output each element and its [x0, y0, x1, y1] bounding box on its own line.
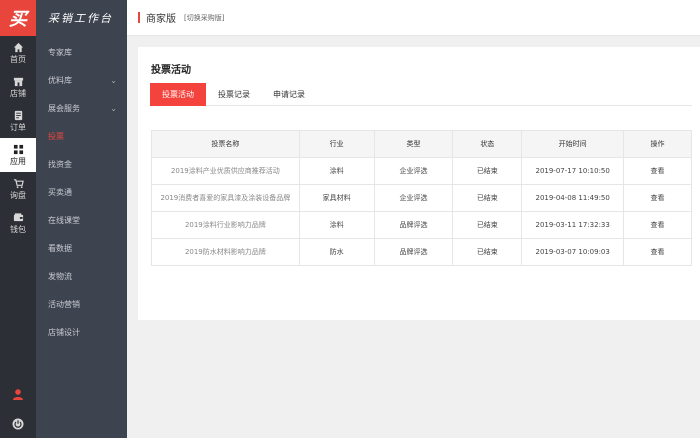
table-row: 2019防水材料影响力品牌 防水 品牌评选 已结束 2019-03-07 10:…	[151, 238, 692, 266]
sidebar-item-trade[interactable]: 买卖通	[36, 178, 127, 206]
icon-rail: 买 首页 店铺 订单 应用 询盘 钱包	[0, 0, 36, 438]
cell-type: 企业评选	[373, 184, 454, 212]
sidebar-item-funding[interactable]: 找资金	[36, 150, 127, 178]
sidebar-item-label: 找资金	[48, 159, 72, 169]
rail-item-label: 首页	[10, 55, 26, 64]
sidebar-item-label: 专家库	[48, 47, 72, 57]
cell-type: 企业评选	[373, 157, 454, 185]
wallet-icon	[13, 213, 23, 222]
top-header: 商家版 [切换采购版]	[127, 0, 700, 36]
cell-industry: 家具材料	[298, 184, 375, 212]
column-header-type: 类型	[373, 130, 454, 158]
cell-vote-name: 2019涂料产业优质供应商推荐活动	[151, 157, 300, 185]
home-icon	[13, 42, 23, 53]
rail-item-inquiry[interactable]: 询盘	[0, 172, 36, 206]
user-icon	[13, 389, 23, 400]
sidebar-item-store-design[interactable]: 店铺设计	[36, 318, 127, 346]
cart-icon	[13, 179, 24, 189]
rail-item-store[interactable]: 店铺	[0, 70, 36, 104]
rail-item-label: 应用	[10, 157, 26, 166]
sidebar-item-label: 看数据	[48, 243, 72, 253]
tab-bar: 投票活动 投票记录 申请记录	[150, 83, 692, 106]
cell-industry: 防水	[298, 238, 375, 266]
table-row: 2019消费者喜爱的家具漆及涂装设备品牌 家具材料 企业评选 已结束 2019-…	[151, 184, 692, 212]
column-header-action: 操作	[623, 130, 692, 158]
sidebar-item-expert-library[interactable]: 专家库	[36, 38, 127, 66]
page-title: 商家版	[146, 14, 176, 25]
rail-item-apps[interactable]: 应用	[0, 138, 36, 172]
sidebar-item-label: 活动营销	[48, 299, 80, 309]
sidebar-item-exhibition[interactable]: 展会服务 ⌄	[36, 94, 127, 122]
cell-vote-name: 2019防水材料影响力品牌	[151, 238, 300, 266]
chevron-down-icon: ⌄	[110, 75, 117, 85]
sidebar-item-label: 买卖通	[48, 187, 72, 197]
column-header-industry: 行业	[298, 130, 375, 158]
sidebar-item-label: 优料库	[48, 75, 72, 85]
table-header-row: 投票名称 行业 类型 状态 开始时间 操作	[151, 130, 692, 158]
cell-status: 已结束	[452, 211, 523, 239]
chevron-down-icon: ⌄	[110, 103, 117, 113]
cell-start-time: 2019-07-17 10:10:50	[521, 157, 625, 185]
vote-table: 投票名称 行业 类型 状态 开始时间 操作 2019涂料产业优质供应商推荐活动 …	[151, 130, 692, 266]
view-button[interactable]: 查看	[623, 157, 692, 185]
apps-icon	[13, 144, 23, 155]
section-title: 投票活动	[151, 65, 191, 76]
view-button[interactable]: 查看	[623, 184, 692, 212]
rail-item-order[interactable]: 订单	[0, 104, 36, 138]
header-accent-bar	[138, 12, 140, 23]
tab-vote-activity[interactable]: 投票活动	[150, 83, 206, 106]
view-button[interactable]: 查看	[623, 211, 692, 239]
sidebar-item-marketing[interactable]: 活动营销	[36, 290, 127, 318]
rail-item-wallet[interactable]: 钱包	[0, 206, 36, 240]
rail-item-label: 订单	[10, 123, 26, 132]
app-logo[interactable]: 买	[0, 0, 36, 36]
store-icon	[13, 77, 23, 87]
tab-vote-records[interactable]: 投票记录	[207, 83, 261, 106]
sidebar-item-online-class[interactable]: 在线课堂	[36, 206, 127, 234]
cell-status: 已结束	[452, 238, 523, 266]
order-icon	[14, 110, 22, 121]
sidebar-item-label: 在线课堂	[48, 215, 80, 225]
cell-start-time: 2019-03-11 17:32:33	[521, 211, 625, 239]
tab-apply-records[interactable]: 申请记录	[262, 83, 316, 106]
cell-status: 已结束	[452, 157, 523, 185]
view-button[interactable]: 查看	[623, 238, 692, 266]
sidebar: 采销工作台 专家库 优料库 ⌄ 展会服务 ⌄ 投票 找资金 买卖通 在线课堂 看…	[36, 0, 127, 438]
power-button[interactable]	[0, 418, 36, 430]
sidebar-item-label: 发物流	[48, 271, 72, 281]
sidebar-item-label: 店铺设计	[48, 327, 80, 337]
sidebar-item-material-library[interactable]: 优料库 ⌄	[36, 66, 127, 94]
cell-start-time: 2019-04-08 11:49:50	[521, 184, 625, 212]
rail-item-home[interactable]: 首页	[0, 36, 36, 70]
sidebar-item-data[interactable]: 看数据	[36, 234, 127, 262]
table-row: 2019涂料行业影响力品牌 涂料 品牌评选 已结束 2019-03-11 17:…	[151, 211, 692, 239]
user-button[interactable]	[0, 388, 36, 400]
cell-vote-name: 2019消费者喜爱的家具漆及涂装设备品牌	[151, 184, 300, 212]
cell-status: 已结束	[452, 184, 523, 212]
rail-item-label: 询盘	[10, 191, 26, 200]
cell-industry: 涂料	[298, 157, 375, 185]
sidebar-item-vote[interactable]: 投票	[36, 122, 127, 150]
cell-start-time: 2019-03-07 10:09:03	[521, 238, 625, 266]
cell-type: 品牌评选	[373, 238, 454, 266]
sidebar-item-logistics[interactable]: 发物流	[36, 262, 127, 290]
main-panel: 投票活动 投票活动 投票记录 申请记录 投票名称 行业 类型 状态 开始时间 操…	[138, 47, 700, 320]
rail-item-label: 店铺	[10, 89, 26, 98]
column-header-name: 投票名称	[151, 130, 300, 158]
power-icon	[12, 418, 24, 430]
switch-buyer-link[interactable]: [切换采购版]	[184, 13, 224, 23]
cell-type: 品牌评选	[373, 211, 454, 239]
cell-industry: 涂料	[298, 211, 375, 239]
column-header-status: 状态	[452, 130, 523, 158]
rail-item-label: 钱包	[10, 225, 26, 234]
sidebar-item-label: 投票	[48, 131, 64, 141]
cell-vote-name: 2019涂料行业影响力品牌	[151, 211, 300, 239]
table-row: 2019涂料产业优质供应商推荐活动 涂料 企业评选 已结束 2019-07-17…	[151, 157, 692, 185]
sidebar-item-label: 展会服务	[48, 103, 80, 113]
column-header-start-time: 开始时间	[521, 130, 625, 158]
sidebar-title: 采销工作台	[48, 12, 113, 25]
